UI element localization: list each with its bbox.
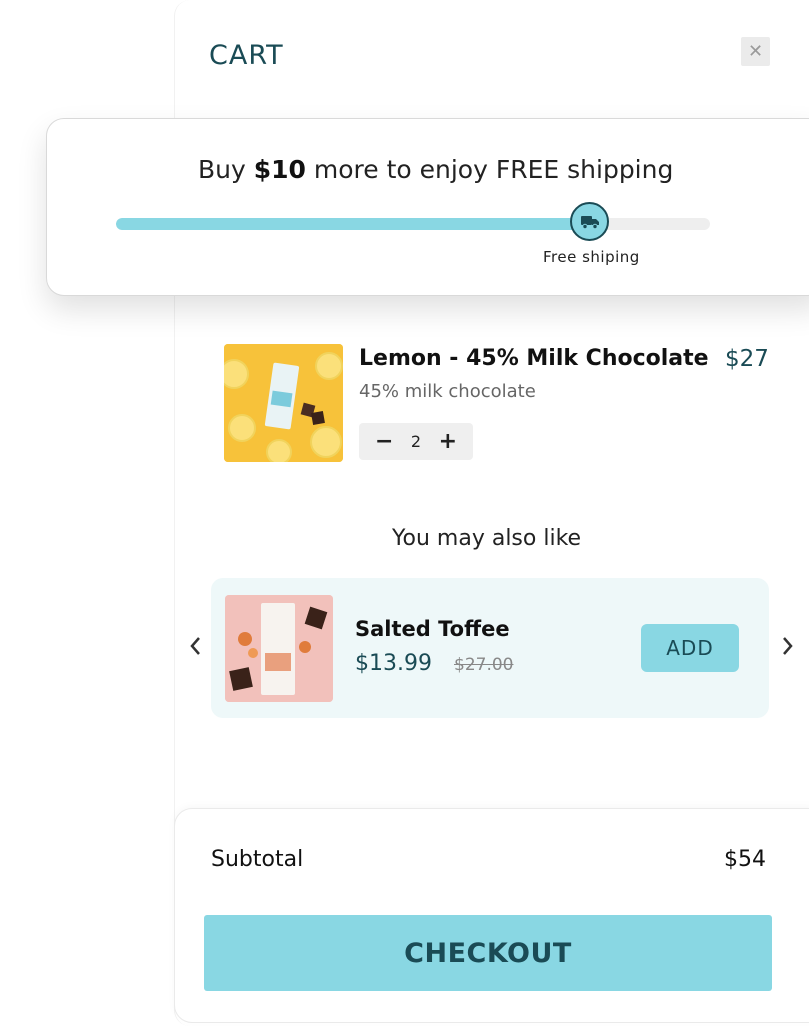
close-button[interactable]: ✕ — [741, 37, 770, 66]
product-variant: 45% milk chocolate — [359, 381, 536, 402]
quantity-value: 2 — [410, 432, 422, 451]
progress-marker-label: Free shiping — [543, 248, 640, 266]
minus-icon[interactable]: − — [375, 430, 393, 453]
close-icon: ✕ — [747, 41, 764, 62]
product-title[interactable]: Lemon - 45% Milk Chocolate — [359, 346, 709, 371]
shipping-progress-fill — [116, 218, 592, 230]
product-price: $27 — [725, 346, 769, 372]
progress-marker — [570, 202, 609, 241]
chevron-left-icon — [190, 637, 200, 655]
quantity-stepper: − 2 + — [359, 423, 473, 460]
carousel-prev-button[interactable] — [187, 632, 203, 660]
recommendation-title[interactable]: Salted Toffee — [355, 617, 510, 641]
add-to-cart-button[interactable]: ADD — [641, 624, 739, 672]
recommendation-price: $13.99 — [355, 651, 432, 676]
product-image[interactable] — [224, 344, 343, 462]
checkout-button[interactable]: CHECKOUT — [204, 915, 772, 991]
shipping-progress-card — [46, 118, 809, 296]
plus-icon[interactable]: + — [439, 430, 457, 453]
chevron-right-icon — [783, 637, 793, 655]
free-shipping-message: Buy $10 more to enjoy FREE shipping — [198, 155, 674, 184]
recommendation-image[interactable] — [225, 595, 333, 702]
carousel-next-button[interactable] — [780, 632, 796, 660]
recommendation-compare-price: $27.00 — [454, 655, 514, 675]
subtotal-value: $54 — [724, 847, 766, 872]
shipping-progress-bar — [116, 218, 710, 230]
subtotal-label: Subtotal — [211, 847, 304, 872]
truck-icon — [580, 215, 599, 229]
cart-title: CART — [209, 40, 284, 71]
shipping-amount: $10 — [253, 155, 306, 184]
recommendations-heading: You may also like — [392, 526, 582, 551]
